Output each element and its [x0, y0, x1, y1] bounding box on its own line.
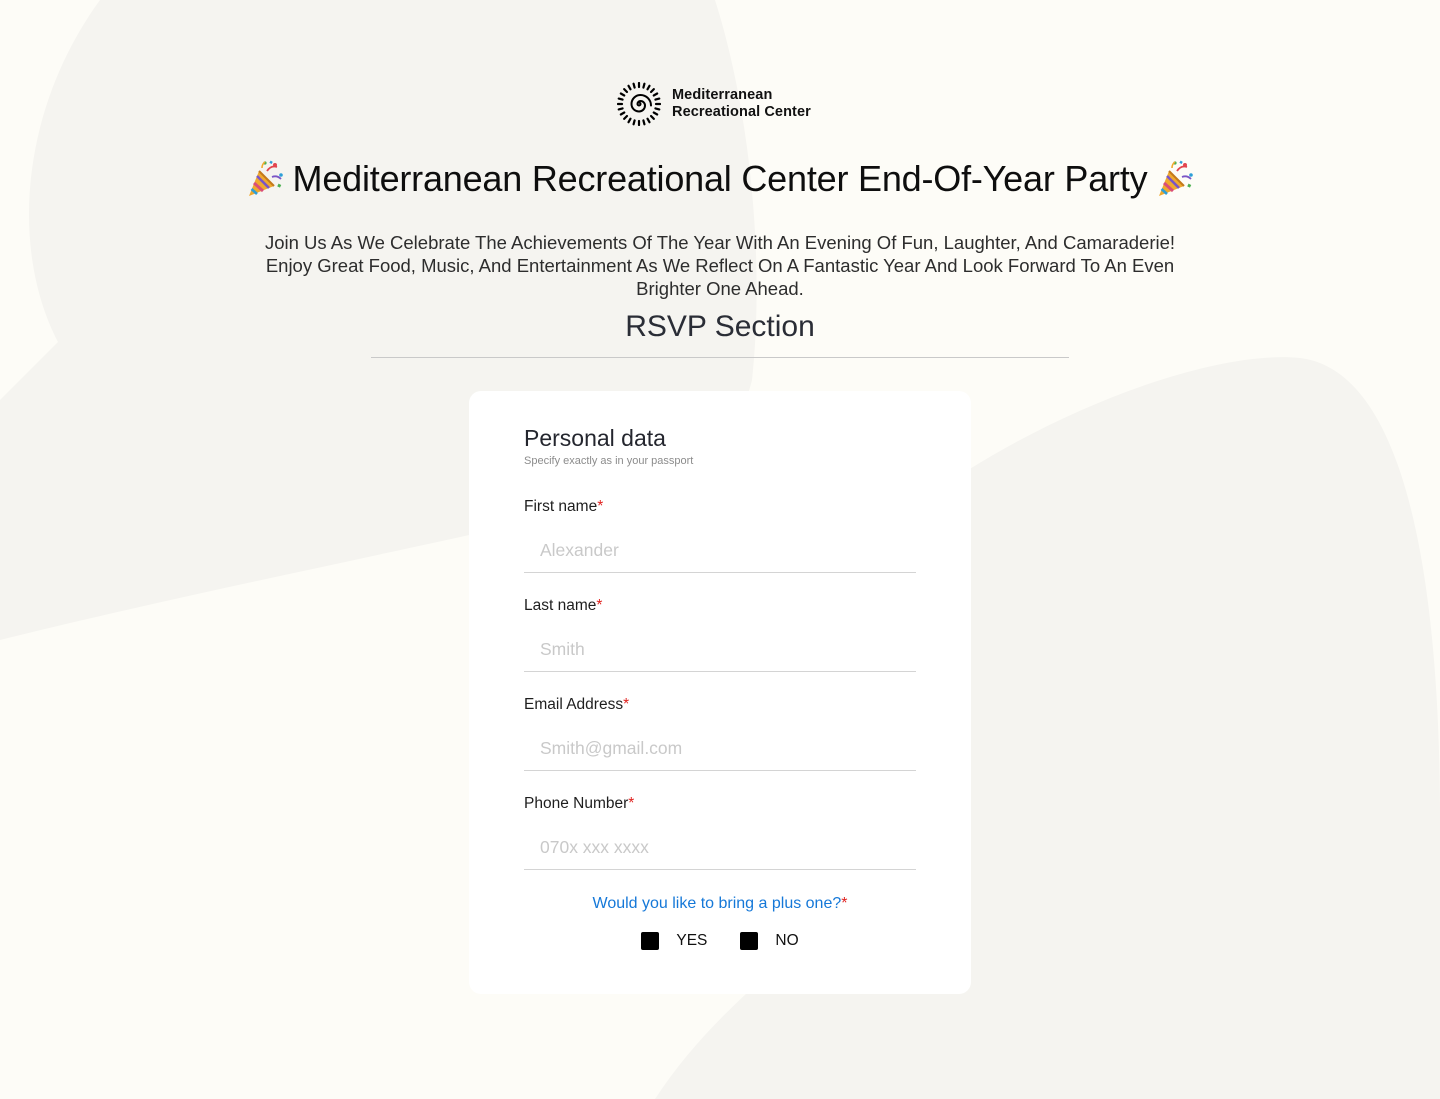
plus-one-no-option[interactable]: NO: [740, 931, 799, 951]
email-input[interactable]: [524, 727, 916, 771]
email-label: Email Address*: [524, 695, 629, 715]
rsvp-section-title: RSVP Section: [625, 310, 815, 343]
email-label-text: Email Address: [524, 696, 624, 713]
form-title: Personal data: [524, 425, 666, 451]
required-marker: *: [841, 895, 848, 912]
brand-name: Mediterranean Recreational Center: [672, 87, 811, 121]
email-field: Email Address*: [524, 695, 916, 771]
page: Mediterranean Recreational Center Medite…: [0, 0, 1440, 1099]
phone-input[interactable]: [524, 826, 916, 870]
party-popper-icon: [248, 160, 283, 196]
first-name-input[interactable]: [524, 529, 916, 573]
rsvp-form-card: Personal data Specify exactly as in your…: [469, 391, 971, 994]
required-marker: *: [597, 498, 604, 515]
spiral-sun-logo-icon: [617, 82, 661, 126]
plus-one-options: YES NO: [469, 931, 971, 951]
phone-field: Phone Number*: [524, 794, 916, 870]
required-marker: *: [623, 696, 630, 713]
intro-text: Join Us As We Celebrate The Achievements…: [264, 231, 1176, 299]
required-marker: *: [596, 597, 603, 614]
first-name-field: First name*: [524, 497, 916, 573]
last-name-field: Last name*: [524, 596, 916, 672]
last-name-input[interactable]: [524, 628, 916, 672]
title-row: Mediterranean Recreational Center End-Of…: [0, 154, 1440, 204]
brand-header[interactable]: Mediterranean Recreational Center: [617, 81, 811, 127]
required-marker: *: [628, 795, 635, 812]
form-subtitle: Specify exactly as in your passport: [524, 455, 694, 467]
plus-one-yes-option[interactable]: YES: [641, 931, 707, 951]
brand-name-line2: Recreational Center: [672, 104, 811, 120]
no-label: NO: [775, 932, 799, 949]
last-name-label: Last name*: [524, 596, 602, 616]
brand-name-line1: Mediterranean: [672, 87, 773, 103]
yes-label: YES: [676, 932, 708, 949]
phone-label: Phone Number*: [524, 794, 634, 814]
no-checkbox[interactable]: [740, 932, 759, 950]
plus-one-question: Would you like to bring a plus one?*: [469, 893, 971, 915]
section-divider: [371, 357, 1069, 358]
phone-label-text: Phone Number: [524, 795, 629, 812]
first-name-label: First name*: [524, 497, 603, 517]
plus-one-question-text: Would you like to bring a plus one?: [592, 895, 842, 912]
page-title: Mediterranean Recreational Center End-Of…: [292, 158, 1148, 199]
party-popper-icon: [1159, 160, 1194, 196]
last-name-label-text: Last name: [524, 597, 597, 614]
first-name-label-text: First name: [524, 498, 598, 515]
yes-checkbox[interactable]: [641, 932, 660, 950]
